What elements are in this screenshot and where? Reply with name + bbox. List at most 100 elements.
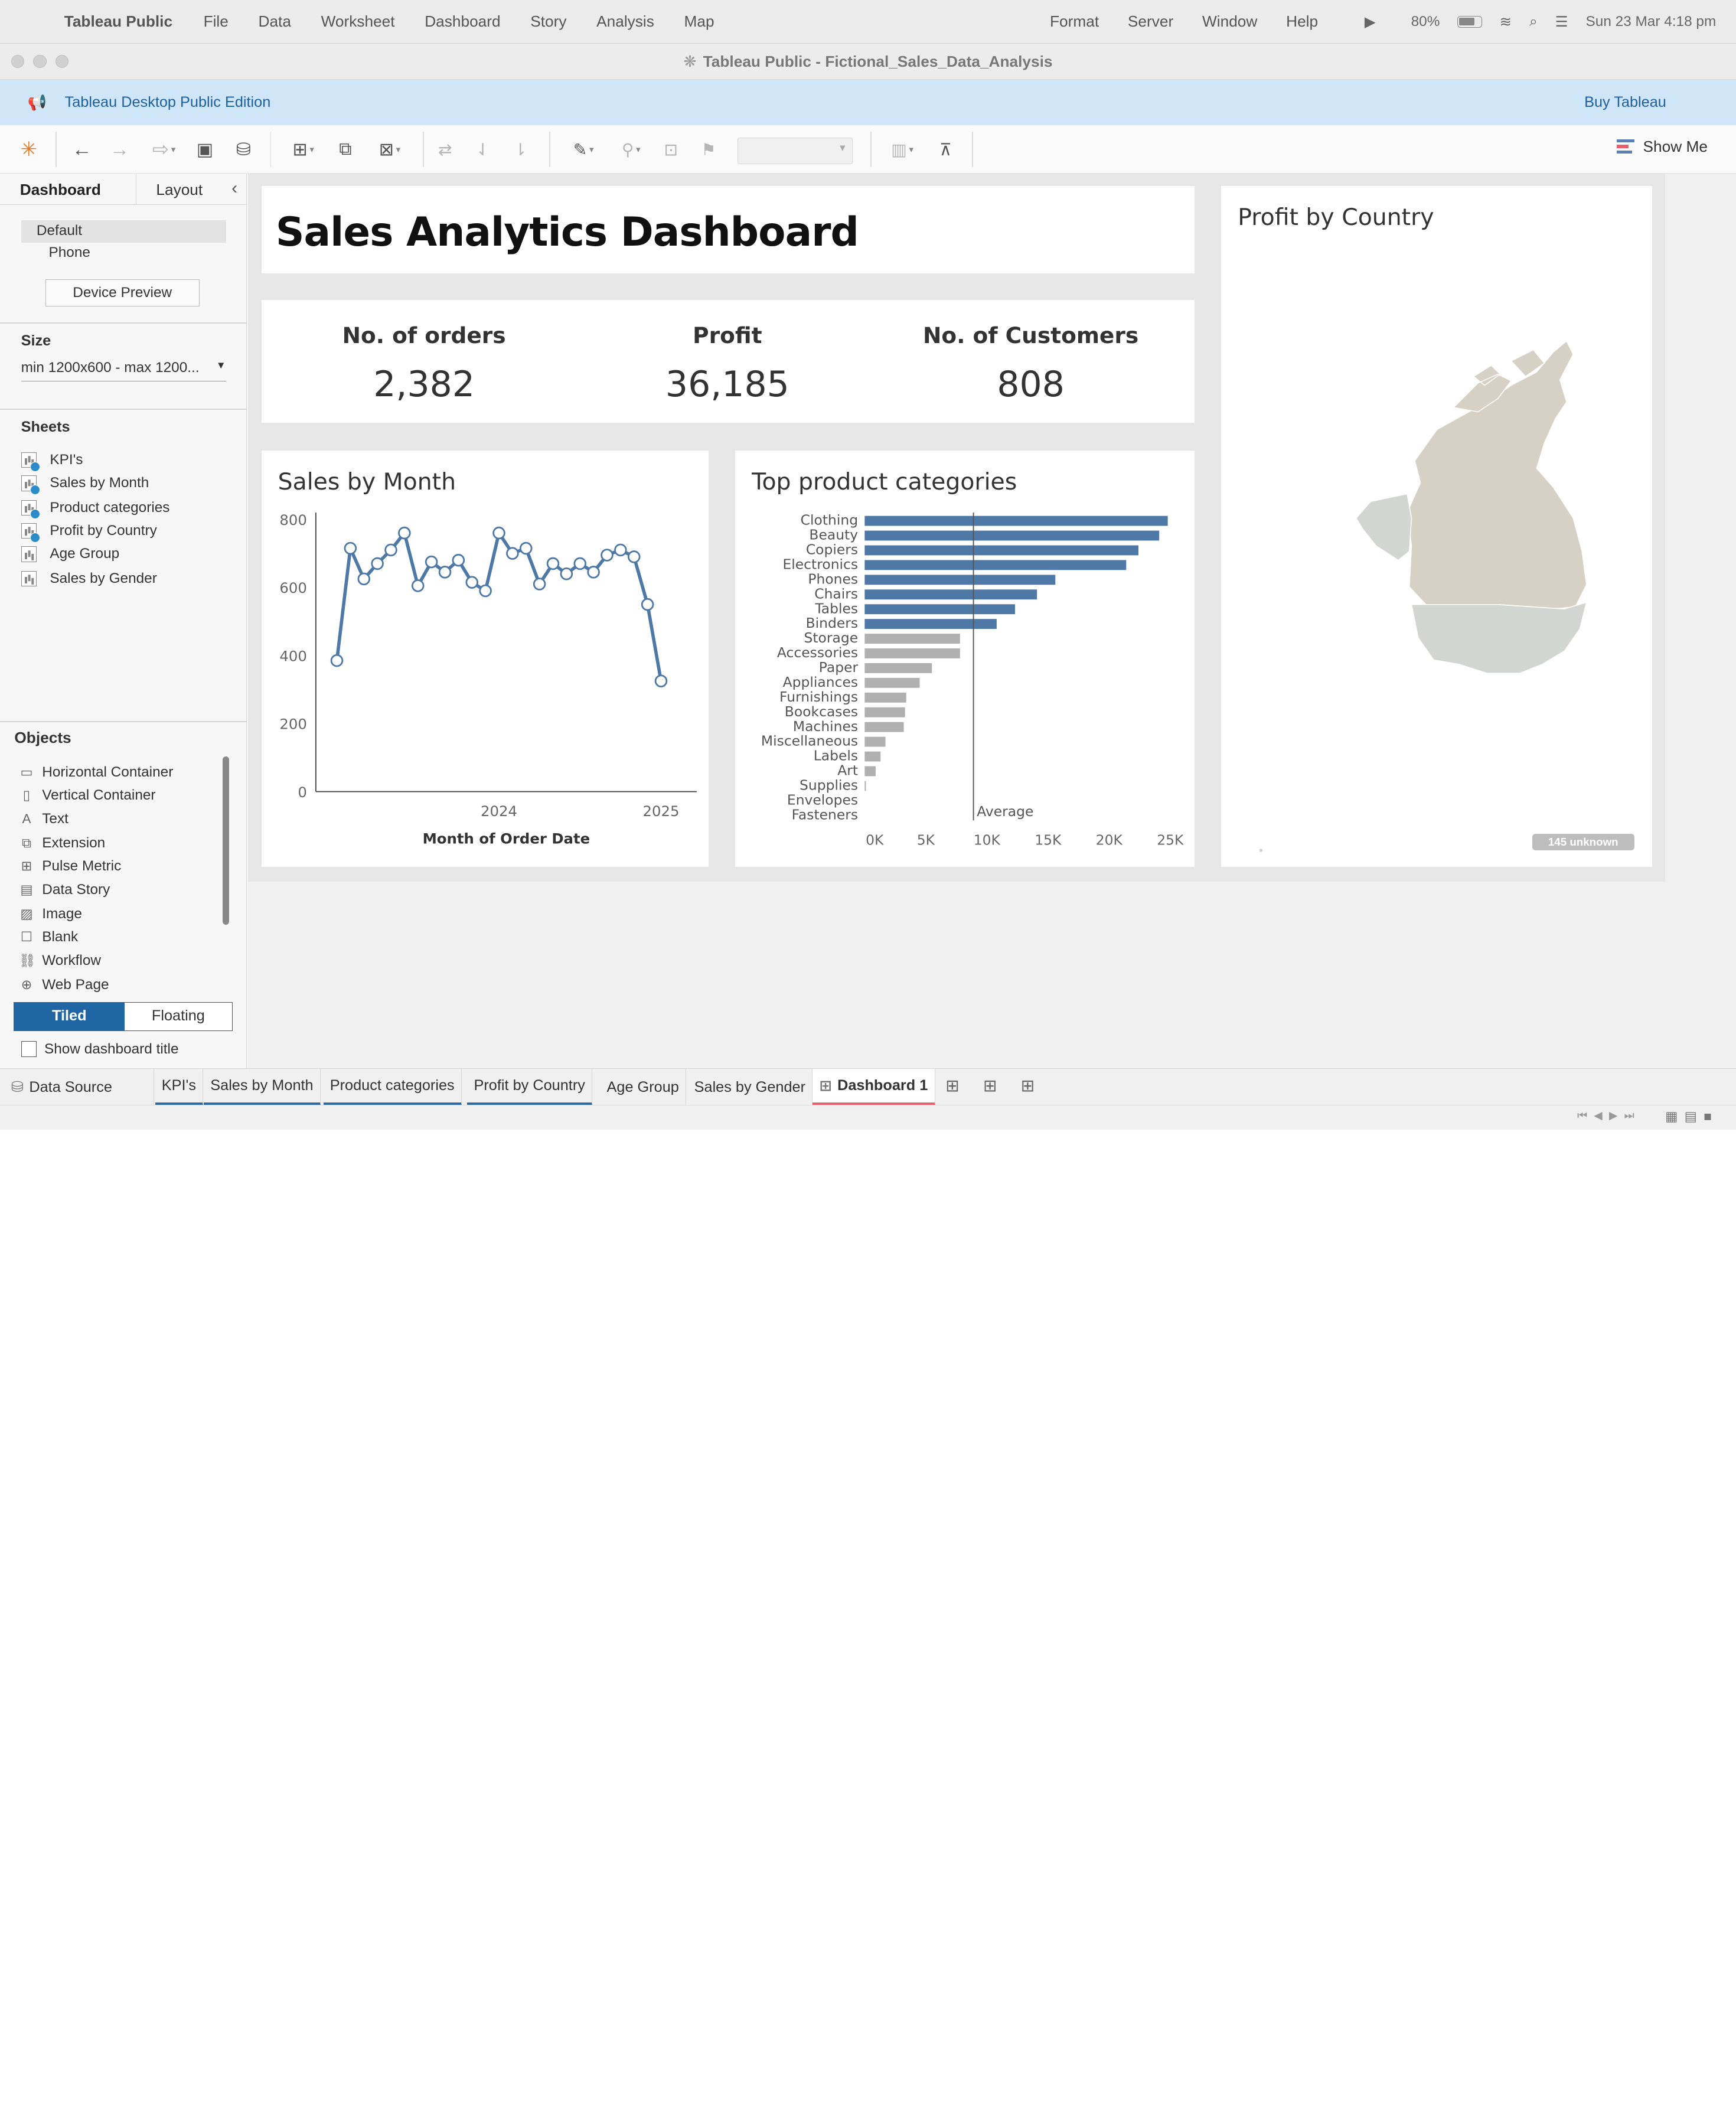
close-window-button[interactable] — [11, 54, 25, 68]
object-web-page[interactable]: ⊕ Web Page — [19, 977, 109, 993]
menu-analysis[interactable]: Analysis — [596, 12, 654, 31]
object-image[interactable]: ▨ Image — [19, 906, 82, 922]
control-center-icon[interactable]: ☰ — [1555, 13, 1568, 31]
menu-server[interactable]: Server — [1128, 12, 1173, 31]
collapse-sidebar-icon[interactable]: ‹ — [231, 174, 237, 204]
new-worksheet-tab-icon[interactable]: ⊞ — [945, 1076, 960, 1095]
tab-age-group[interactable]: Age Group — [600, 1069, 687, 1106]
show-me-button[interactable]: Show Me — [1616, 138, 1708, 156]
new-data-source-icon[interactable]: ⛁ — [230, 136, 257, 163]
app-name-menu[interactable]: Tableau Public — [64, 12, 172, 31]
unknown-locations-badge[interactable]: 145 unknown — [1532, 833, 1634, 850]
menu-format[interactable]: Format — [1050, 12, 1099, 31]
tiled-button[interactable]: Tiled — [14, 1002, 125, 1030]
duplicate-sheet-icon[interactable]: ⧉ — [332, 136, 359, 163]
top-categories-chart[interactable]: ClothingBeautyCopiersElectronicsPhonesCh… — [735, 451, 1195, 867]
highlight-icon[interactable]: ✎ ▾ — [563, 136, 605, 163]
show-mark-labels-icon[interactable]: ⊡ — [658, 136, 684, 163]
tab-navigation-icon[interactable]: ⏮◀▶⏭ — [1577, 1109, 1641, 1122]
show-cards-dropdown-icon[interactable]: ▾ — [909, 144, 914, 155]
new-worksheet-icon[interactable]: ⊞ ▾ — [281, 136, 325, 163]
sort-descending-icon[interactable]: ⇂ — [507, 136, 534, 163]
replay-dropdown-icon[interactable]: ▾ — [171, 144, 176, 155]
save-icon[interactable]: ▣ — [192, 136, 217, 163]
clock[interactable]: Sun 23 Mar 4:18 pm — [1586, 14, 1717, 30]
object-text[interactable]: A Text — [19, 811, 68, 827]
device-default[interactable]: Default — [21, 220, 226, 243]
tab-kpis[interactable]: KPI's — [155, 1069, 204, 1106]
group-members-icon[interactable]: ⚲ ▾ — [611, 136, 651, 163]
clear-sheet-icon[interactable]: ⊠ ▾ — [368, 136, 412, 163]
redo-icon[interactable]: → — [106, 136, 133, 163]
tab-dashboard-1[interactable]: ⊞ Dashboard 1 — [812, 1069, 935, 1106]
menu-map[interactable]: Map — [684, 12, 714, 31]
menu-worksheet[interactable]: Worksheet — [321, 12, 395, 31]
tab-layout[interactable]: Layout — [136, 174, 223, 204]
size-select[interactable]: min 1200x600 - max 1200... ▼ — [21, 360, 226, 381]
tab-product-categories[interactable]: Product categories — [323, 1069, 462, 1106]
kpi-card[interactable]: No. of orders 2,382 Profit 36,185 No. of… — [261, 300, 1195, 423]
show-dashboard-title[interactable]: Show dashboard title — [21, 1041, 179, 1058]
fit-select[interactable] — [737, 137, 853, 164]
view-mode-icon[interactable]: ▦▤■ — [1665, 1109, 1718, 1124]
sales-by-month-card[interactable]: Sales by Month 0 200 400 600 800 2024 2025 Mont… — [261, 451, 709, 867]
battery-icon[interactable] — [1457, 15, 1482, 28]
sheet-item-profit-by-country[interactable]: Profit by Country — [21, 523, 157, 543]
objects-scrollbar[interactable] — [222, 756, 230, 925]
new-story-tab-icon[interactable]: ⊞ — [1021, 1076, 1035, 1095]
swap-rows-columns-icon[interactable]: ⇄ — [432, 136, 458, 163]
sort-ascending-icon[interactable]: ⇃ — [469, 136, 496, 163]
object-label: Web Page — [42, 976, 109, 993]
top-categories-card[interactable]: Top product categories Clothing Beauty Cop… — [735, 451, 1195, 867]
highlight-dropdown-icon[interactable]: ▾ — [589, 144, 594, 155]
wifi-icon[interactable]: ≋ — [1500, 13, 1512, 31]
profit-by-country-card[interactable]: Profit by Country 145 unknown — [1221, 186, 1652, 867]
minimize-window-button[interactable] — [33, 54, 47, 68]
search-icon[interactable]: ⌕ — [1529, 14, 1538, 30]
object-data-story[interactable]: ▤ Data Story — [19, 882, 110, 898]
tab-sales-by-month[interactable]: Sales by Month — [204, 1069, 321, 1106]
menu-window[interactable]: Window — [1202, 12, 1257, 31]
sidebar-divider — [0, 322, 247, 324]
dashboard-title-card[interactable]: Sales Analytics Dashboard — [261, 186, 1195, 274]
sheet-item-age-group[interactable]: Age Group — [21, 546, 119, 562]
menu-dashboard[interactable]: Dashboard — [425, 12, 500, 31]
undo-icon[interactable]: ← — [68, 136, 95, 163]
tab-sales-by-gender[interactable]: Sales by Gender — [687, 1069, 813, 1106]
menu-help[interactable]: Help — [1286, 12, 1318, 31]
fix-axes-icon[interactable]: ⚑ — [696, 136, 722, 163]
presentation-mode-icon[interactable]: ⊼ — [932, 136, 959, 163]
device-phone[interactable]: Phone — [49, 244, 90, 261]
tableau-logo-icon[interactable]: ✳ — [15, 136, 42, 163]
buy-tableau-link[interactable]: Buy Tableau — [1584, 94, 1666, 111]
menu-data[interactable]: Data — [259, 12, 291, 31]
new-worksheet-dropdown-icon[interactable]: ▾ — [309, 144, 314, 155]
show-title-checkbox[interactable] — [21, 1041, 37, 1057]
object-vertical-container[interactable]: ▯ Vertical Container — [19, 787, 156, 804]
tab-dashboard[interactable]: Dashboard — [0, 174, 136, 204]
sheet-item-sales-by-month[interactable]: Sales by Month — [21, 475, 149, 495]
object-pulse-metric[interactable]: ⊞ Pulse Metric — [19, 858, 122, 875]
play-icon[interactable]: ▶ — [1365, 13, 1376, 31]
profit-map[interactable] — [1221, 186, 1652, 867]
group-dropdown-icon[interactable]: ▾ — [636, 144, 641, 155]
sales-by-month-chart[interactable]: 0 200 400 600 800 2024 2025 Month of Order Date — [262, 451, 709, 867]
menu-file[interactable]: File — [204, 12, 229, 31]
sheet-item-kpis[interactable]: KPI's — [21, 452, 83, 472]
object-workflow[interactable]: ⛓ Workflow — [19, 953, 101, 969]
replay-icon[interactable]: ⇨ ▾ — [142, 136, 186, 163]
clear-sheet-dropdown-icon[interactable]: ▾ — [396, 144, 401, 155]
menu-story[interactable]: Story — [530, 12, 566, 31]
device-preview-button[interactable]: Device Preview — [45, 279, 200, 307]
object-horizontal-container[interactable]: ▭ Horizontal Container — [19, 764, 173, 781]
new-dashboard-tab-icon[interactable]: ⊞ — [983, 1076, 997, 1095]
sheet-item-product-categories[interactable]: Product categories — [21, 500, 169, 520]
data-source-tab[interactable]: ⛁ Data Source — [0, 1069, 154, 1106]
show-cards-icon[interactable]: ▥ ▾ — [882, 136, 924, 163]
sheet-item-sales-by-gender[interactable]: Sales by Gender — [21, 570, 157, 587]
zoom-window-button[interactable] — [55, 54, 69, 68]
object-extension[interactable]: ⧉ Extension — [19, 835, 105, 852]
tab-profit-by-country[interactable]: Profit by Country — [467, 1069, 593, 1106]
object-blank[interactable]: ☐ Blank — [19, 929, 78, 945]
floating-button[interactable]: Floating — [125, 1002, 232, 1030]
